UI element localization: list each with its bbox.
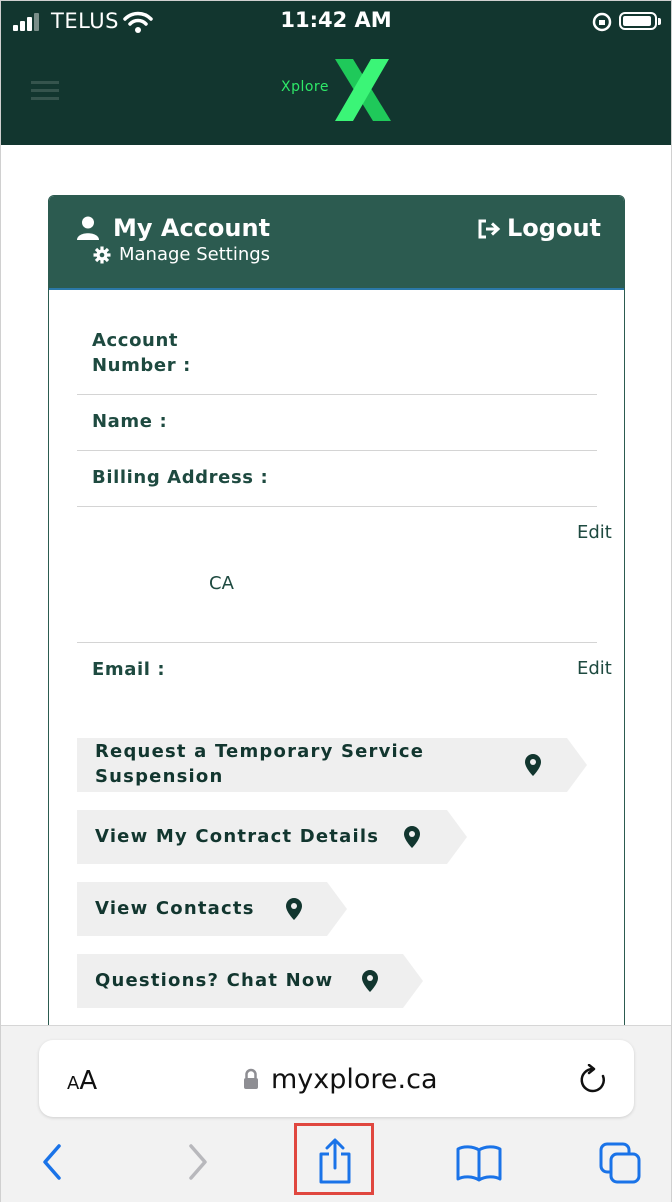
- name-row: Name :: [77, 395, 597, 451]
- reload-icon[interactable]: [579, 1064, 607, 1094]
- chat-now-button[interactable]: Questions? Chat Now: [77, 954, 423, 1008]
- account-card: My Account Manage Settings Logout Accoun…: [48, 195, 625, 1035]
- logo-x-mark: [335, 59, 391, 121]
- text-size-button[interactable]: AA: [67, 1066, 97, 1096]
- email-edit-link[interactable]: Edit: [577, 658, 612, 679]
- map-pin-icon: [286, 898, 302, 920]
- request-suspension-label: Request a Temporary Service Suspension: [95, 741, 425, 787]
- address-edit-link[interactable]: Edit: [577, 522, 612, 543]
- text-size-small-a: A: [67, 1073, 80, 1094]
- site-header: Xplore: [1, 45, 671, 145]
- xplore-logo[interactable]: Xplore: [281, 59, 393, 121]
- account-number-label: Account Number :: [92, 330, 191, 376]
- battery-icon: [619, 12, 661, 30]
- view-contacts-button[interactable]: View Contacts: [77, 882, 347, 936]
- chat-now-label: Questions? Chat Now: [95, 970, 334, 991]
- logo-wordmark: Xplore: [281, 79, 329, 95]
- my-account-title: My Account: [113, 214, 271, 242]
- logout-icon: [478, 219, 501, 239]
- map-pin-icon: [362, 970, 378, 992]
- user-icon: [77, 216, 99, 240]
- address-country: CA: [209, 573, 234, 594]
- view-contract-button[interactable]: View My Contract Details: [77, 810, 467, 864]
- url-text: myxplore.ca: [271, 1064, 438, 1095]
- logout-button[interactable]: Logout: [507, 214, 601, 242]
- manage-settings-link[interactable]: Manage Settings: [119, 244, 270, 265]
- billing-address-row: Billing Address :: [77, 451, 597, 507]
- map-pin-icon: [525, 754, 541, 776]
- bookmarks-icon[interactable]: [455, 1144, 503, 1182]
- back-icon[interactable]: [41, 1144, 63, 1180]
- account-card-header: My Account Manage Settings Logout: [49, 196, 624, 290]
- view-contract-label: View My Contract Details: [95, 826, 380, 847]
- tabs-icon[interactable]: [599, 1142, 641, 1184]
- share-button-highlight: [294, 1123, 374, 1195]
- view-contacts-label: View Contacts: [95, 898, 255, 919]
- lock-icon: [244, 1068, 258, 1089]
- email-row: Email : Edit: [77, 643, 612, 698]
- account-number-row: Account Number :: [77, 320, 597, 395]
- name-label: Name :: [92, 411, 168, 432]
- hamburger-menu-icon[interactable]: [31, 81, 59, 101]
- request-suspension-button[interactable]: Request a Temporary Service Suspension: [77, 738, 587, 792]
- clock: 11:42 AM: [280, 8, 392, 32]
- email-label: Email :: [92, 659, 166, 680]
- address-bar[interactable]: AA myxplore.ca: [39, 1040, 634, 1117]
- forward-icon[interactable]: [187, 1144, 209, 1180]
- text-size-large-a: A: [79, 1066, 98, 1096]
- gear-icon: [93, 246, 111, 264]
- address-row: Edit CA: [77, 507, 612, 643]
- billing-address-label: Billing Address :: [92, 467, 269, 488]
- rotation-lock-icon: [592, 12, 612, 32]
- status-bar: TELUS 11:42 AM: [1, 1, 671, 45]
- map-pin-icon: [404, 826, 420, 848]
